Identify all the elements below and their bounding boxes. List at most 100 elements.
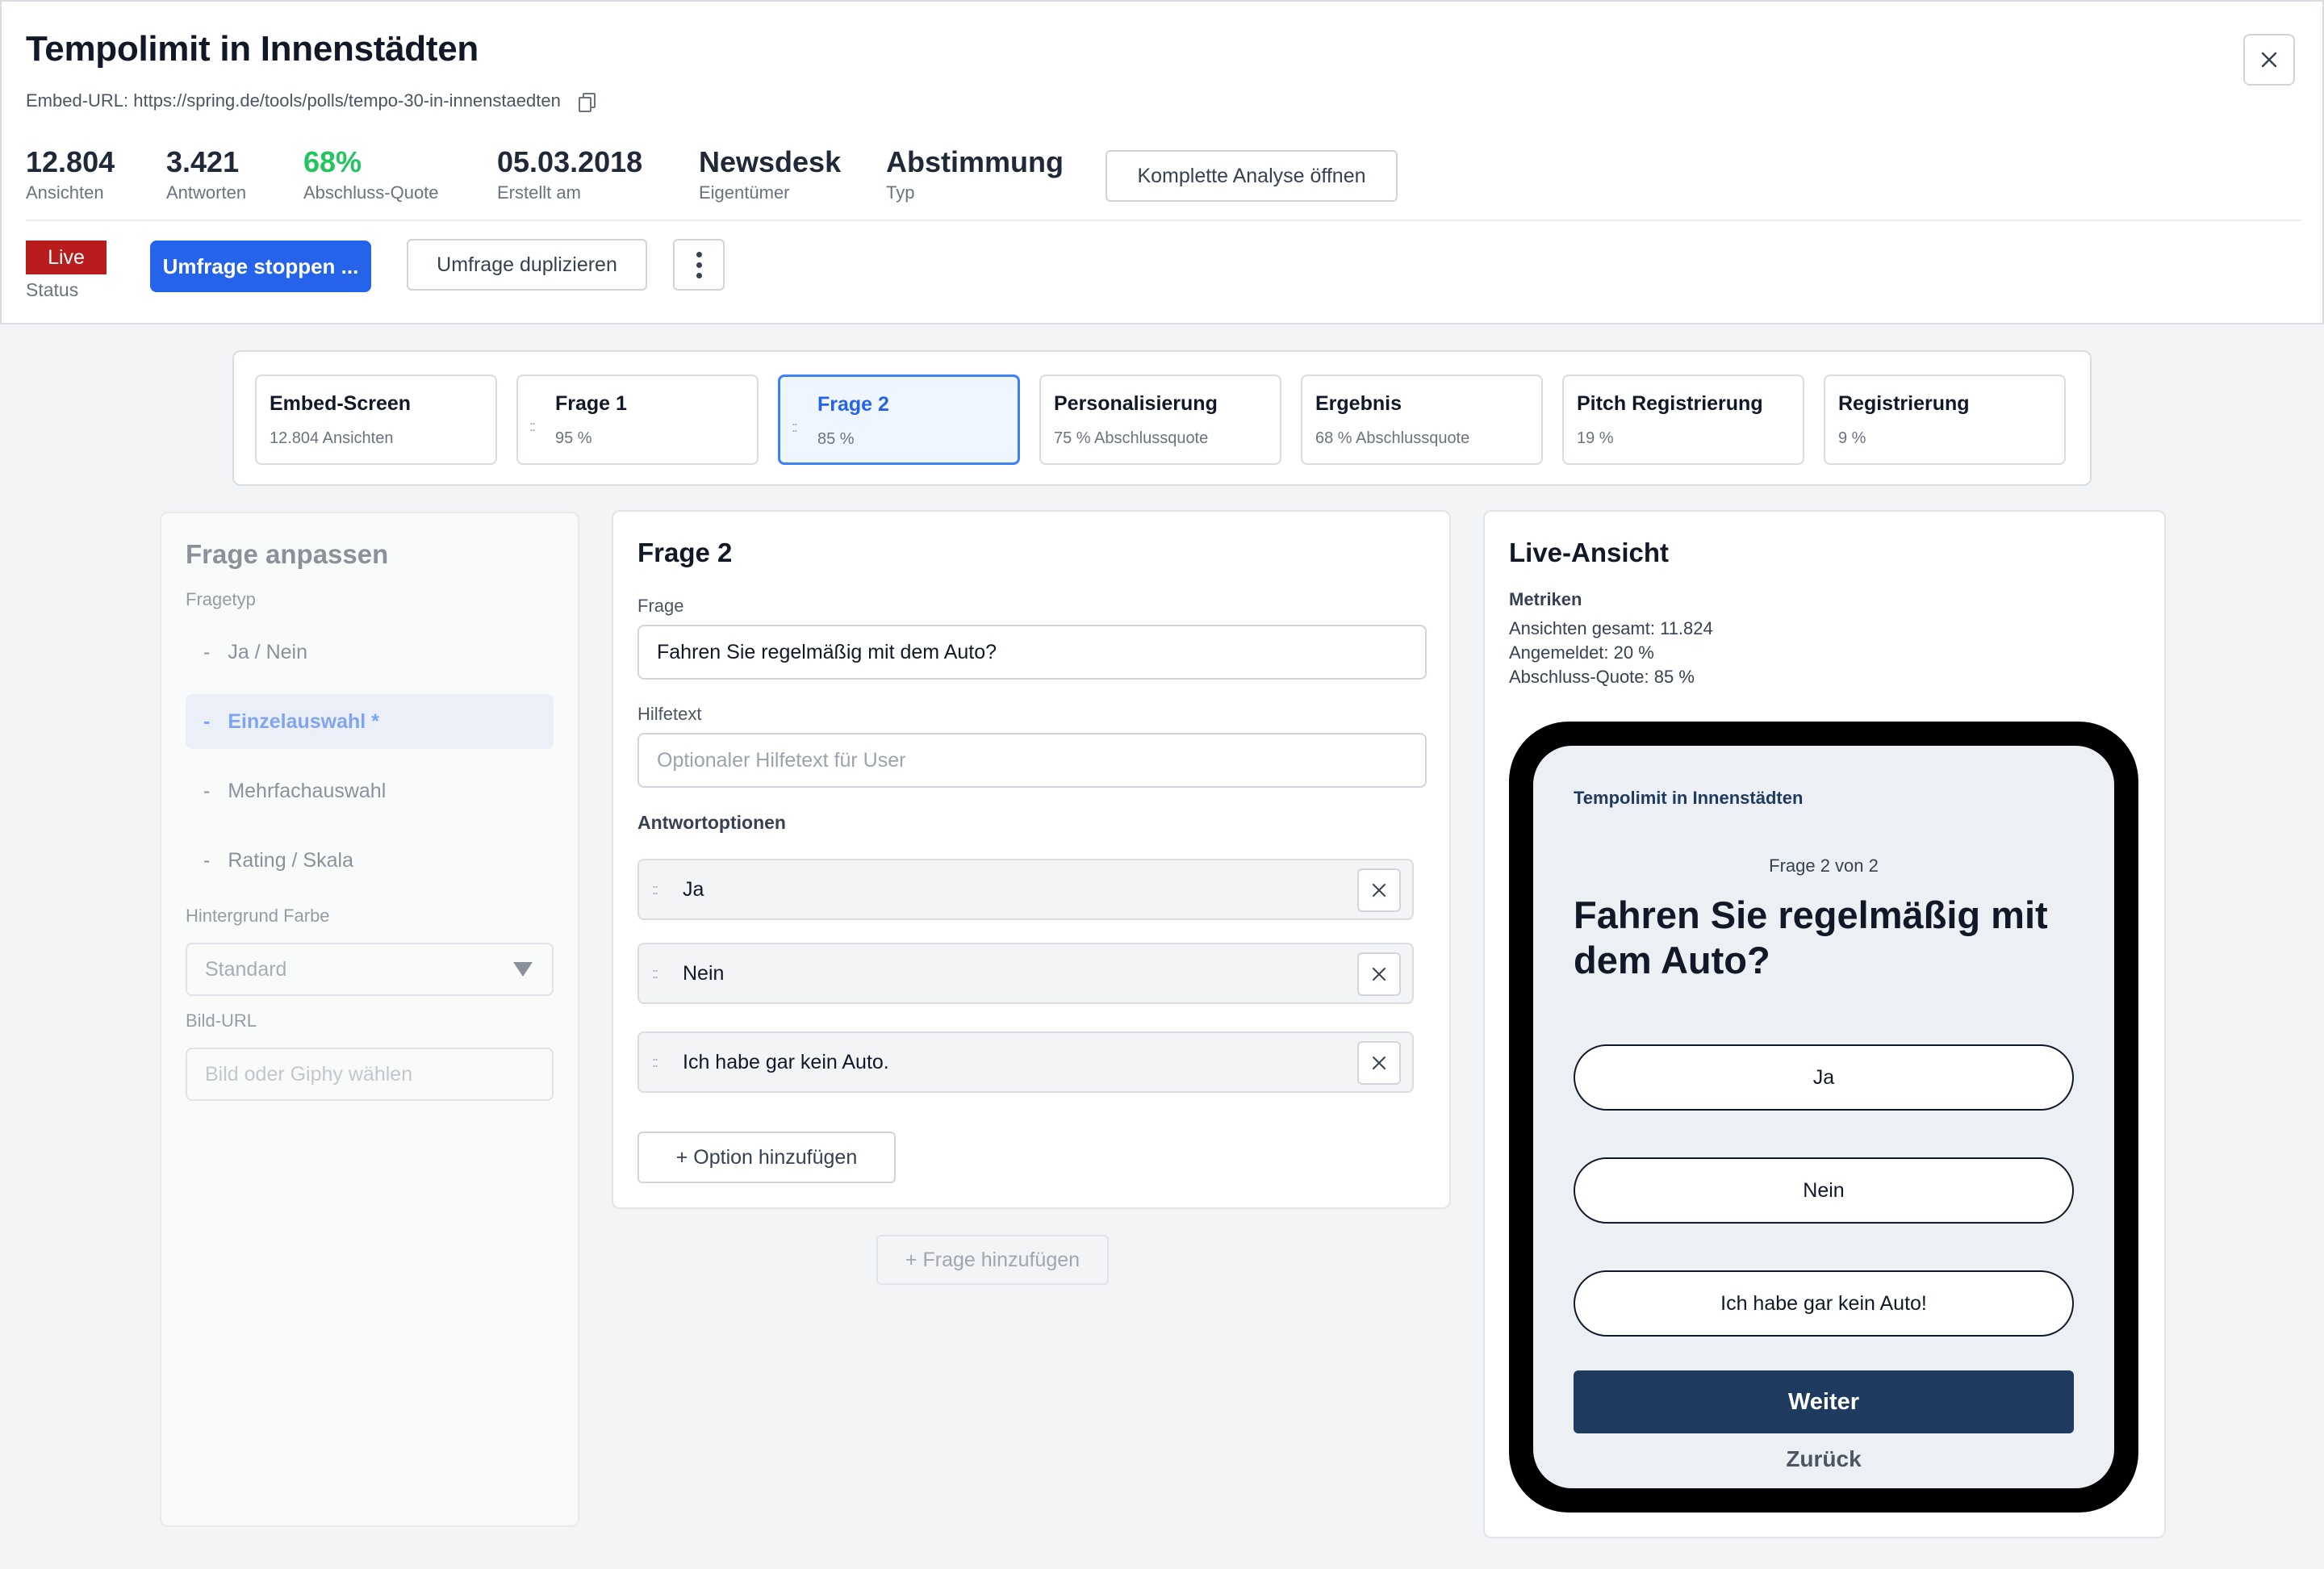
status-badge: Live <box>26 241 107 274</box>
header-divider <box>26 220 2301 221</box>
close-icon <box>1373 1056 1386 1069</box>
stat-value: 12.804 <box>26 145 115 178</box>
question-editor-panel: Frage 2 Frage Fahren Sie regelmäßig mit … <box>612 510 1451 1209</box>
remove-option-button[interactable] <box>1357 952 1401 996</box>
more-vertical-icon <box>696 251 702 257</box>
copy-icon[interactable] <box>578 93 596 112</box>
image-url-input[interactable]: Bild oder Giphy wählen <box>186 1048 554 1101</box>
remove-option-button[interactable] <box>1357 868 1401 912</box>
stat-created: 05.03.2018 Erstellt am <box>497 145 642 203</box>
step-embed-screen[interactable]: Embed-Screen 12.804 Ansichten <box>255 374 497 465</box>
embed-url-text: Embed-URL: https://spring.de/tools/polls… <box>26 90 561 111</box>
open-analysis-button[interactable]: Komplette Analyse öffnen <box>1106 150 1398 202</box>
poll-title: Tempolimit in Innenstädten <box>26 29 479 69</box>
editor-title: Frage 2 <box>637 538 733 567</box>
phone-screen: Tempolimit in Innenstädten Frage 2 von 2… <box>1533 746 2114 1488</box>
drag-handle-icon[interactable]: :: <box>652 1054 683 1071</box>
stat-label: Erstellt am <box>497 182 581 203</box>
stat-value: 3.421 <box>166 145 240 178</box>
remove-option-button[interactable] <box>1357 1041 1401 1085</box>
answer-option-row: :: Ich habe gar kein Auto. <box>637 1031 1414 1093</box>
type-option-label: Einzelauswahl * <box>228 709 379 733</box>
stat-answers: 3.421 Antworten <box>166 145 246 203</box>
status-label: Status <box>26 279 79 300</box>
type-option-rating-skala[interactable]: - Rating / Skala <box>186 833 554 888</box>
preview-title: Live-Ansicht <box>1509 538 1670 567</box>
step-subtitle: 9 % <box>1838 429 1866 447</box>
step-title: Registrierung <box>1838 392 1970 415</box>
step-title: Frage 1 <box>555 392 627 415</box>
question-type-label: Fragetyp <box>186 589 256 609</box>
poll-header: Tempolimit in Innenstädten Embed-URL: ht… <box>0 0 2324 324</box>
stat-label: Antworten <box>166 182 247 203</box>
stat-views: 12.804 Ansichten <box>26 145 115 203</box>
stat-value: 05.03.2018 <box>497 145 643 178</box>
more-menu-button[interactable] <box>673 239 725 291</box>
step-title: Personalisierung <box>1054 392 1218 415</box>
stat-completion: 68% Abschluss-Quote <box>303 145 439 203</box>
preview-answer-button[interactable]: Nein <box>1574 1157 2074 1224</box>
step-personalisierung[interactable]: Personalisierung 75 % Abschlussquote <box>1039 374 1281 465</box>
step-title: Embed-Screen <box>270 392 412 415</box>
background-color-label: Hintergrund Farbe <box>186 906 330 926</box>
step-pitch-registrierung[interactable]: Pitch Registrierung 19 % <box>1562 374 1804 465</box>
answer-option-row: :: Nein <box>637 943 1414 1004</box>
type-option-ja-nein[interactable]: - Ja / Nein <box>186 625 554 680</box>
embed-url: Embed-URL: https://spring.de/tools/polls… <box>26 90 596 112</box>
type-option-einzelauswahl[interactable]: - Einzelauswahl * <box>186 694 554 749</box>
step-subtitle: 95 % <box>555 429 592 447</box>
stat-label: Ansichten <box>26 182 104 203</box>
question-label: Frage <box>637 596 684 616</box>
answer-option-text[interactable]: Ja <box>683 878 704 902</box>
preview-poll-title: Tempolimit in Innenstädten <box>1574 788 1804 808</box>
stat-label: Abschluss-Quote <box>303 182 439 203</box>
help-text-label: Hilfetext <box>637 704 702 724</box>
step-subtitle: 75 % Abschlussquote <box>1054 429 1209 447</box>
stat-value: Newsdesk <box>699 145 842 178</box>
step-ergebnis[interactable]: Ergebnis 68 % Abschlussquote <box>1301 374 1543 465</box>
step-navigation: Embed-Screen 12.804 Ansichten :: Frage 1… <box>232 350 2092 486</box>
step-registrierung[interactable]: Registrierung 9 % <box>1824 374 2066 465</box>
close-button[interactable] <box>2243 34 2295 86</box>
type-option-label: Mehrfachauswahl <box>228 779 387 802</box>
step-title: Pitch Registrierung <box>1577 392 1763 415</box>
add-option-button[interactable]: + Option hinzufügen <box>637 1132 896 1183</box>
stat-label: Typ <box>886 182 915 203</box>
drag-handle-icon[interactable]: :: <box>792 419 798 436</box>
close-icon <box>1373 968 1386 981</box>
stat-type: Abstimmung Typ <box>886 145 1064 203</box>
metric-registered: Angemeldet: 20 % <box>1509 642 1654 663</box>
drag-handle-icon[interactable]: :: <box>652 881 683 898</box>
question-input[interactable]: Fahren Sie regelmäßig mit dem Auto? <box>637 625 1427 680</box>
close-icon <box>1373 884 1386 897</box>
step-frage-2[interactable]: :: Frage 2 85 % <box>778 374 1020 465</box>
type-option-label: Ja / Nein <box>228 640 307 663</box>
step-title: Ergebnis <box>1315 392 1402 415</box>
chevron-down-icon <box>513 962 533 977</box>
preview-back-link[interactable]: Zurück <box>1533 1446 2114 1472</box>
phone-frame: Tempolimit in Innenstädten Frage 2 von 2… <box>1509 722 2138 1513</box>
drag-handle-icon[interactable]: :: <box>652 965 683 982</box>
background-color-select[interactable]: Standard <box>186 943 554 996</box>
answer-option-text[interactable]: Nein <box>683 962 724 985</box>
metric-completion: Abschluss-Quote: 85 % <box>1509 667 1695 687</box>
type-option-mehrfachauswahl[interactable]: - Mehrfachauswahl <box>186 764 554 818</box>
preview-progress: Frage 2 von 2 <box>1769 856 1879 876</box>
stat-owner: Newsdesk Eigentümer <box>699 145 841 203</box>
step-frage-1[interactable]: :: Frage 1 95 % <box>516 374 759 465</box>
stat-label: Eigentümer <box>699 182 790 203</box>
help-text-input[interactable]: Optionaler Hilfetext für User <box>637 733 1427 788</box>
preview-answer-button[interactable]: Ja <box>1574 1044 2074 1111</box>
stat-value: 68% <box>303 145 362 178</box>
answer-option-row: :: Ja <box>637 859 1414 920</box>
duplicate-poll-button[interactable]: Umfrage duplizieren <box>407 239 647 291</box>
answer-option-text[interactable]: Ich habe gar kein Auto. <box>683 1051 889 1074</box>
preview-answer-button[interactable]: Ich habe gar kein Auto! <box>1574 1270 2074 1337</box>
customize-question-panel: Frage anpassen Fragetyp - Ja / Nein - Ei… <box>160 512 579 1527</box>
stop-poll-button[interactable]: Umfrage stoppen ... <box>150 241 371 292</box>
step-subtitle: 68 % Abschlussquote <box>1315 429 1470 447</box>
close-icon <box>2261 52 2277 68</box>
preview-next-button[interactable]: Weiter <box>1574 1370 2074 1433</box>
add-question-button[interactable]: + Frage hinzufügen <box>876 1235 1109 1285</box>
drag-handle-icon[interactable]: :: <box>529 418 536 435</box>
